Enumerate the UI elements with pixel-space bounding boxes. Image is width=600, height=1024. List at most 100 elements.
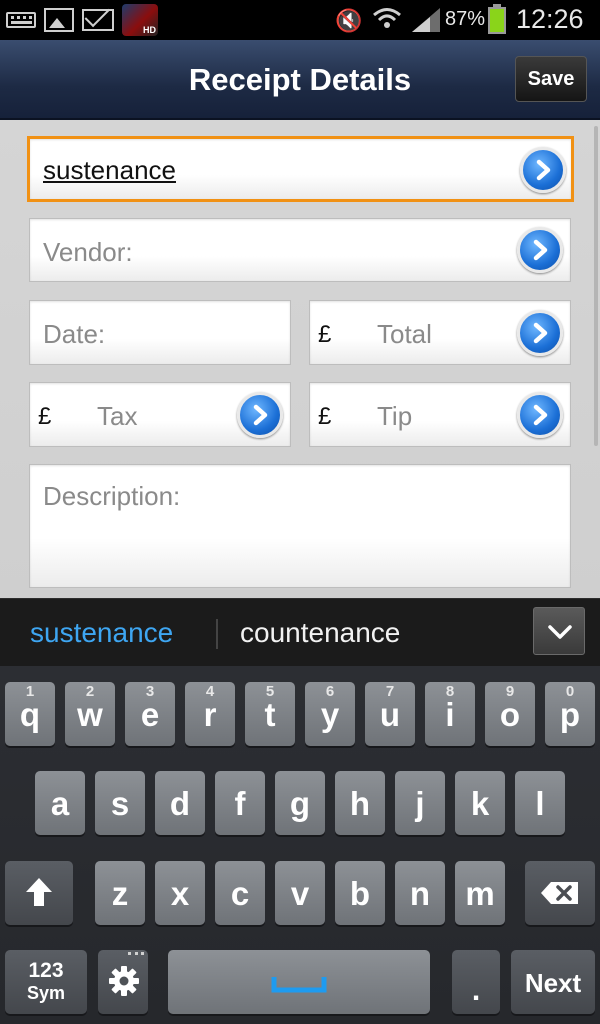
keyboard-icon (6, 12, 36, 28)
next-key-label: Next (524, 968, 582, 998)
category-arrow-icon[interactable] (520, 147, 566, 193)
key-letter: a (50, 785, 70, 822)
key-m[interactable]: m (455, 861, 505, 925)
key-u[interactable]: 7u (365, 682, 415, 746)
suggestion-secondary[interactable]: countenance (240, 617, 400, 649)
tax-arrow-icon[interactable] (237, 392, 283, 438)
key-letter: v (290, 875, 310, 912)
key-p[interactable]: 0p (545, 682, 595, 746)
key-i[interactable]: 8i (425, 682, 475, 746)
currency-symbol: £ (318, 403, 332, 430)
key-y[interactable]: 6y (305, 682, 355, 746)
tip-placeholder: Tip (377, 401, 413, 431)
key-letter: k (470, 785, 490, 822)
key-x[interactable]: x (155, 861, 205, 925)
key-h[interactable]: h (335, 771, 385, 835)
key-letter: x (170, 875, 190, 912)
key-letter: f (234, 785, 246, 822)
key-v[interactable]: v (275, 861, 325, 925)
shift-arrow-icon (26, 878, 52, 906)
battery-percent: 87% (445, 8, 486, 30)
key-letter: g (289, 785, 311, 822)
currency-symbol: £ (38, 403, 52, 430)
key-l[interactable]: l (515, 771, 565, 835)
key-s[interactable]: s (95, 771, 145, 835)
key-letter: p (559, 696, 581, 733)
currency-symbol: £ (318, 321, 332, 348)
tax-field[interactable]: £ Tax (29, 382, 291, 447)
suggestion-primary[interactable]: sustenance (30, 617, 173, 649)
shift-key[interactable] (5, 861, 73, 925)
key-letter: d (169, 785, 191, 822)
key-t[interactable]: 5t (245, 682, 295, 746)
key-c[interactable]: c (215, 861, 265, 925)
title-bar: Receipt Details Save (0, 40, 600, 120)
key-b[interactable]: b (335, 861, 385, 925)
settings-key[interactable] (98, 950, 148, 1014)
vendor-field[interactable]: Vendor: (29, 218, 571, 282)
app-icon (122, 4, 158, 36)
image-icon (44, 8, 74, 32)
status-bar: 🔇 87% 12:26 (0, 0, 600, 40)
key-letter: l (535, 785, 545, 822)
symbols-key[interactable]: 123 Sym (5, 950, 87, 1014)
wifi-icon (373, 8, 401, 28)
suggestion-divider (216, 619, 218, 649)
symbols-key-label: 123 (28, 959, 64, 982)
tip-field[interactable]: £ Tip (309, 382, 571, 447)
space-bar[interactable] (168, 950, 430, 1014)
clock: 12:26 (516, 4, 584, 34)
more-dots-icon (128, 952, 144, 956)
total-placeholder: Total (377, 319, 432, 349)
key-letter: n (409, 875, 431, 912)
key-d[interactable]: d (155, 771, 205, 835)
key-letter: c (230, 875, 250, 912)
backspace-icon (541, 882, 578, 904)
key-f[interactable]: f (215, 771, 265, 835)
key-letter: s (110, 785, 130, 822)
space-icon (271, 977, 327, 993)
description-field[interactable]: Description: (29, 464, 571, 588)
save-button[interactable]: Save (515, 56, 587, 102)
key-letter: q (19, 696, 41, 733)
category-value: sustenance (43, 155, 176, 185)
next-key[interactable]: Next (511, 950, 595, 1014)
key-letter: r (203, 696, 217, 733)
key-j[interactable]: j (395, 771, 445, 835)
vendor-arrow-icon[interactable] (517, 227, 563, 273)
battery-icon (488, 4, 506, 34)
key-letter: o (499, 696, 521, 733)
period-key[interactable]: . (452, 950, 500, 1014)
key-n[interactable]: n (395, 861, 445, 925)
key-w[interactable]: 2w (65, 682, 115, 746)
signal-icon (412, 8, 440, 32)
key-letter: j (415, 785, 425, 822)
key-q[interactable]: 1q (5, 682, 55, 746)
key-letter: i (445, 696, 455, 733)
key-letter: b (349, 875, 371, 912)
backspace-key[interactable] (525, 861, 595, 925)
collapse-suggestions-button[interactable] (533, 607, 585, 655)
key-g[interactable]: g (275, 771, 325, 835)
key-letter: h (349, 785, 371, 822)
key-k[interactable]: k (455, 771, 505, 835)
key-a[interactable]: a (35, 771, 85, 835)
symbols-key-sublabel: Sym (26, 983, 66, 1003)
total-arrow-icon[interactable] (517, 310, 563, 356)
description-placeholder: Description: (43, 481, 181, 511)
key-z[interactable]: z (95, 861, 145, 925)
receipt-form: sustenance Vendor: Date: £ Total £ Tax £… (0, 120, 600, 598)
scrollbar[interactable] (594, 126, 598, 446)
key-e[interactable]: 3e (125, 682, 175, 746)
key-letter: m (465, 875, 495, 912)
mute-icon: 🔇 (335, 8, 363, 33)
total-field[interactable]: £ Total (309, 300, 571, 365)
key-r[interactable]: 4r (185, 682, 235, 746)
key-o[interactable]: 9o (485, 682, 535, 746)
key-letter: y (320, 696, 340, 733)
gear-icon (109, 966, 139, 996)
key-letter: z (111, 875, 129, 912)
category-field[interactable]: sustenance (27, 136, 574, 202)
tip-arrow-icon[interactable] (517, 392, 563, 438)
date-field[interactable]: Date: (29, 300, 291, 365)
